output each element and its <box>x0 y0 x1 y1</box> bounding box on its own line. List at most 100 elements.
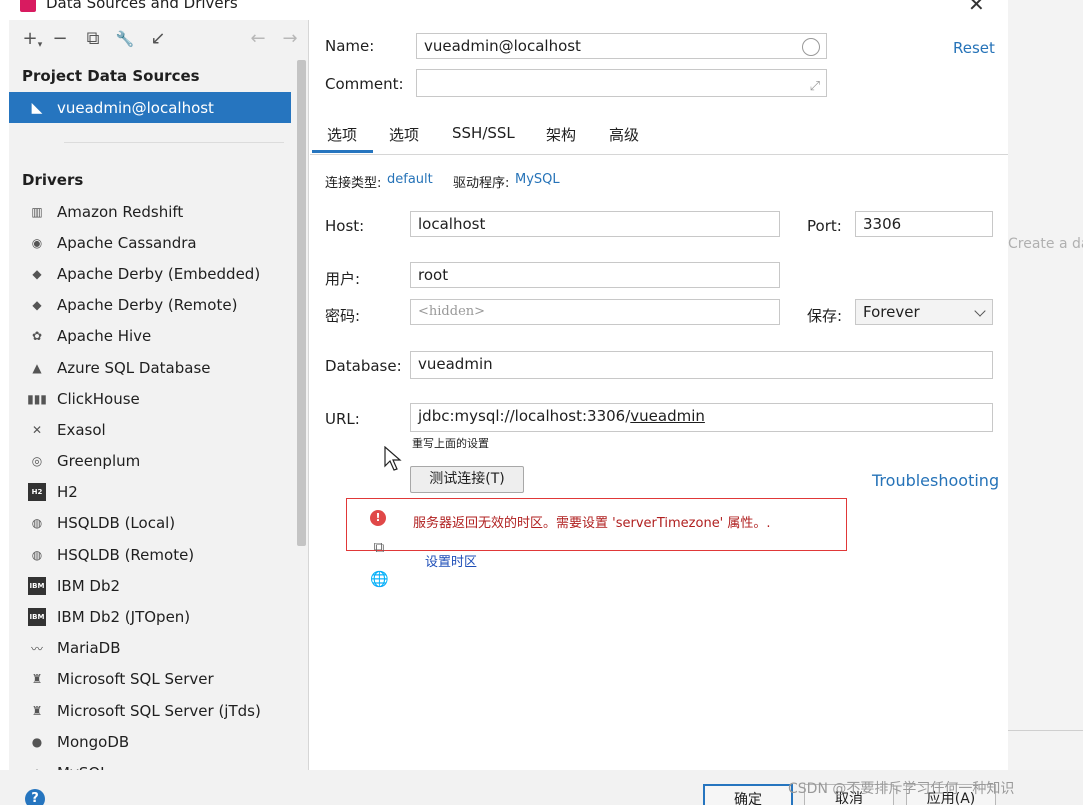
title-bar: Data Sources and Drivers ✕ <box>0 0 1008 20</box>
active-tab-indicator <box>312 150 373 153</box>
password-label: 密码: <box>325 307 361 325</box>
driver-item[interactable]: ▥ Amazon Redshift <box>9 196 299 227</box>
background-window: Create a da <box>1008 0 1083 805</box>
back-arrow-icon[interactable]: ← <box>247 26 269 52</box>
user-input[interactable]: root <box>410 262 780 288</box>
driver-icon: ▥ <box>31 204 43 219</box>
driver-label: Apache Derby (Embedded) <box>57 264 261 283</box>
driver-item[interactable]: ◆ Apache Derby (Remote) <box>9 290 299 321</box>
test-connection-button[interactable]: 测试连接(T) <box>410 466 524 493</box>
driver-label: 驱动程序: <box>453 176 510 191</box>
driver-item[interactable]: H2 H2 <box>9 477 299 508</box>
duplicate-icon[interactable]: ⧉ <box>82 26 104 52</box>
drivers-list: ▥ Amazon Redshift ◉ Apache Cassandra ◆ Apache… <box>9 196 299 770</box>
user-label: 用户: <box>325 270 361 288</box>
driver-item[interactable]: ✿ Apache Hive <box>9 321 299 352</box>
driver-icon: 〰 <box>30 641 43 656</box>
driver-item[interactable]: 〰 MariaDB <box>9 633 299 664</box>
driver-item[interactable]: ◉ Apache Cassandra <box>9 227 299 258</box>
remove-icon[interactable]: − <box>49 26 71 52</box>
driver-icon: ◆ <box>32 298 42 313</box>
driver-item[interactable]: ▲ Azure SQL Database <box>9 352 299 383</box>
driver-label: IBM Db2 <box>57 576 121 595</box>
color-circle-icon[interactable] <box>802 38 820 56</box>
mysql-dolphin-icon: ◣ <box>31 99 43 116</box>
driver-label: MongoDB <box>57 732 130 751</box>
driver-label: Apache Hive <box>57 327 152 346</box>
driver-label: Amazon Redshift <box>57 202 184 221</box>
reset-link[interactable]: Reset <box>953 39 995 57</box>
driver-label: H2 <box>57 483 78 502</box>
driver-item[interactable]: ◇MySQL <box>9 757 299 770</box>
driver-item[interactable]: IBM IBM Db2 (JTOpen) <box>9 601 299 632</box>
troubleshooting-link[interactable]: Troubleshooting <box>872 471 999 490</box>
driver-item[interactable]: ● MongoDB <box>9 726 299 757</box>
driver-label: Apache Cassandra <box>57 233 197 252</box>
driver-icon: ◎ <box>31 454 43 469</box>
help-icon[interactable]: ? <box>25 789 45 805</box>
driver-item[interactable]: ◆ Apache Derby (Embedded) <box>9 258 299 289</box>
ok-button[interactable]: 确定 <box>703 784 793 805</box>
connection-type-link[interactable]: default <box>387 172 433 187</box>
close-icon[interactable]: ✕ <box>968 0 985 16</box>
driver-icon: ♜ <box>31 703 43 718</box>
driver-icon: ✕ <box>31 422 43 437</box>
error-icon: ! <box>370 510 386 526</box>
chevron-down-icon <box>974 305 986 317</box>
globe-icon[interactable]: 🌐 <box>370 570 389 588</box>
forward-arrow-icon[interactable]: → <box>279 26 301 52</box>
save-dropdown[interactable]: Forever <box>855 299 993 325</box>
footer-bar: ? 确定 取消 应用(A) CSDN @不要排斥学习任何一种知识 <box>0 770 1083 805</box>
window-title: Data Sources and Drivers <box>46 0 238 12</box>
connection-form: Name: vueadmin@localhost Reset Comment: … <box>310 20 1008 770</box>
host-input[interactable]: localhost <box>410 211 780 237</box>
driver-item[interactable]: ▮▮▮ ClickHouse <box>9 383 299 414</box>
password-input[interactable]: <hidden> <box>410 299 780 325</box>
name-label: Name: <box>325 37 375 55</box>
comment-input[interactable]: ⤢ <box>416 69 827 97</box>
driver-label: ClickHouse <box>57 389 140 408</box>
driver-label: Apache Derby (Remote) <box>57 296 238 315</box>
driver-item[interactable]: ✕ Exasol <box>9 414 299 445</box>
background-divider <box>1008 730 1083 731</box>
driver-icon: ◉ <box>31 235 43 250</box>
driver-icon: ▲ <box>32 360 42 375</box>
database-label: Database: <box>325 357 402 375</box>
wrench-icon[interactable]: 🔧 <box>114 26 136 52</box>
port-input[interactable]: 3306 <box>855 211 993 237</box>
copy-icon[interactable]: ⧉ <box>370 538 388 556</box>
sidebar-scrollbar[interactable] <box>297 60 306 546</box>
import-icon[interactable]: ↙ <box>147 26 169 52</box>
driver-item[interactable]: ◍ HSQLDB (Remote) <box>9 539 299 570</box>
driver-item[interactable]: ♜ Microsoft SQL Server <box>9 664 299 695</box>
tab-ssh-ssl[interactable]: SSH/SSL <box>452 124 515 142</box>
set-timezone-link[interactable]: 设置时区 <box>425 551 477 570</box>
save-label: 保存: <box>807 307 843 325</box>
override-hint: 重写上面的设置 <box>412 437 489 450</box>
add-caret-icon[interactable]: ▾ <box>29 32 51 58</box>
url-label: URL: <box>325 410 360 428</box>
name-input[interactable]: vueadmin@localhost <box>416 33 827 59</box>
driver-item[interactable]: ◎ Greenplum <box>9 446 299 477</box>
url-input[interactable]: jdbc:mysql://localhost:3306/vueadmin <box>410 403 993 432</box>
driver-item[interactable]: IBM IBM Db2 <box>9 570 299 601</box>
driver-icon: ▮▮▮ <box>27 391 47 406</box>
expand-icon[interactable]: ⤢ <box>810 75 820 96</box>
tab-schemas[interactable]: 架构 <box>546 124 576 145</box>
driver-label: Greenplum <box>57 452 141 471</box>
data-source-item[interactable]: ◣ vueadmin@localhost <box>9 92 291 123</box>
background-text: Create a da <box>1008 236 1083 252</box>
driver-icon: ✿ <box>31 329 43 344</box>
watermark-text: CSDN @不要排斥学习任何一种知识 <box>788 781 1015 797</box>
driver-link[interactable]: MySQL <box>515 172 560 187</box>
driver-item[interactable]: ◍ HSQLDB (Local) <box>9 508 299 539</box>
driver-label: HSQLDB (Remote) <box>57 545 195 564</box>
driver-item[interactable]: ♜ Microsoft SQL Server (jTds) <box>9 695 299 726</box>
tab-options[interactable]: 选项 <box>389 124 419 145</box>
tab-general[interactable]: 选项 <box>327 124 357 145</box>
driver-icon: H2 <box>28 483 46 502</box>
tab-advanced[interactable]: 高级 <box>609 124 639 145</box>
database-input[interactable]: vueadmin <box>410 351 993 379</box>
driver-label: MariaDB <box>57 639 121 658</box>
driver-icon: ◍ <box>31 516 43 531</box>
